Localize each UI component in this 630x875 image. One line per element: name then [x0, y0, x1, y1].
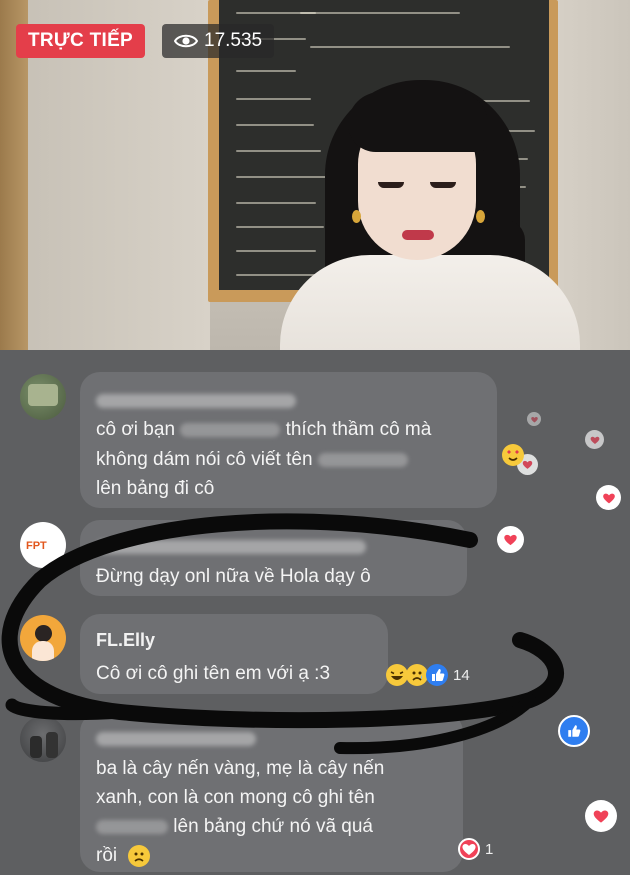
- comment-feed[interactable]: cô ơi bạn thích thầm cô mà không dám nói…: [0, 350, 630, 875]
- sad-emoji-icon: [406, 664, 428, 686]
- reaction-count: 1: [485, 840, 494, 858]
- laugh-emoji-icon: [386, 664, 408, 686]
- chalk-line: [300, 12, 460, 14]
- viewer-count-badge: 17.535: [162, 24, 275, 58]
- chalk-line: [310, 46, 510, 48]
- comment-text: ba là cây nến vàng, mẹ là cây nến: [96, 758, 385, 779]
- love-emoji-icon: [502, 444, 524, 466]
- commenter-name[interactable]: FL.Elly: [96, 630, 155, 651]
- heart-icon: [596, 485, 621, 510]
- blurred-commenter-name: [96, 540, 366, 554]
- live-stream-screen: TRỰC TIẾP 17.535 cô ơi bạn thích thầm cô…: [0, 0, 630, 875]
- sad-emoji-icon: [128, 844, 151, 867]
- heart-icon: [458, 838, 480, 860]
- blurred-commenter-name: [96, 732, 256, 746]
- heart-icon: [527, 412, 541, 426]
- avatar[interactable]: [20, 615, 66, 661]
- reaction-summary[interactable]: 14: [386, 664, 470, 686]
- comment-text: lên bảng đi cô: [96, 478, 215, 499]
- eye-icon: [174, 33, 198, 49]
- comment-text: Đừng dạy onl nữa về Hola dạy ô: [96, 566, 371, 587]
- streamer: [280, 70, 580, 350]
- avatar[interactable]: [20, 716, 66, 762]
- heart-icon: [585, 430, 604, 449]
- comment-text: xanh, con là con mong cô ghi tên: [96, 787, 375, 808]
- reaction-summary[interactable]: 1: [458, 838, 493, 860]
- comment-text: Cô ơi cô ghi tên em với ạ :3: [96, 663, 331, 684]
- comment-text: rồi: [96, 841, 151, 871]
- live-video[interactable]: TRỰC TIẾP 17.535: [0, 0, 630, 350]
- live-badge: TRỰC TIẾP: [16, 24, 146, 58]
- viewer-count: 17.535: [204, 30, 263, 51]
- comment-text: không dám nói cô viết tên: [96, 445, 408, 475]
- comment-text: cô ơi bạn thích thầm cô mà: [96, 419, 432, 440]
- like-icon: [558, 715, 590, 747]
- like-icon: [426, 664, 448, 686]
- reaction-count: 14: [453, 666, 470, 684]
- heart-icon: [497, 526, 524, 553]
- avatar[interactable]: FPT: [20, 522, 66, 568]
- blurred-commenter-name: [96, 394, 296, 408]
- avatar[interactable]: [20, 374, 66, 420]
- heart-icon: [585, 800, 617, 832]
- comment-text: lên bảng chứ nó vã quá: [96, 812, 373, 842]
